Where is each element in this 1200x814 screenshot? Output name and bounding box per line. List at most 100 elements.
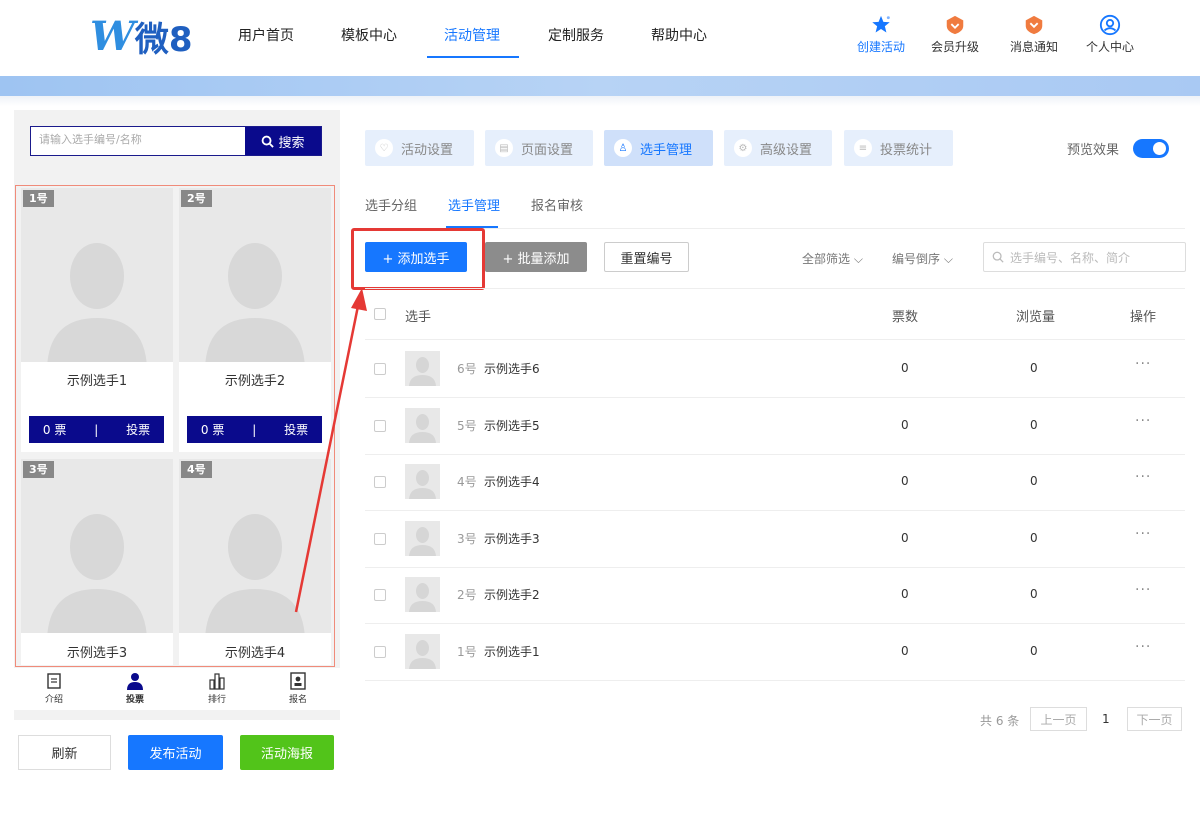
- subtab-signup-review[interactable]: 报名审核: [531, 195, 583, 214]
- row-checkbox[interactable]: [374, 589, 386, 601]
- more-actions-icon[interactable]: ···: [1135, 356, 1151, 372]
- publish-activity-button[interactable]: 发布活动: [128, 735, 223, 770]
- prev-page-button[interactable]: 上一页: [1030, 707, 1087, 731]
- sort-dropdown[interactable]: 编号倒序 ⌵: [892, 250, 953, 267]
- tab-ranking[interactable]: 排行: [197, 672, 237, 705]
- notifications-button[interactable]: 消息通知: [1002, 14, 1066, 55]
- view-count: 0: [1030, 474, 1038, 488]
- more-actions-icon[interactable]: ···: [1135, 413, 1151, 429]
- person-icon: [127, 673, 143, 690]
- view-count: 0: [1030, 587, 1038, 601]
- tab-vote[interactable]: 投票: [115, 672, 155, 705]
- nav-user-home[interactable]: 用户首页: [238, 0, 294, 60]
- preview-search-input[interactable]: 请输入选手编号/名称: [39, 131, 142, 147]
- subtab-player-management[interactable]: 选手管理: [448, 195, 500, 214]
- member-upgrade-button[interactable]: 会员升级: [923, 14, 987, 55]
- step-vote-statistics[interactable]: ≡ 投票统计: [844, 130, 953, 166]
- player-number: 2号: [457, 588, 477, 602]
- activity-poster-button[interactable]: 活动海报: [240, 735, 334, 770]
- player-thumbnail: [405, 577, 440, 612]
- personal-center-button[interactable]: 个人中心: [1078, 14, 1142, 55]
- row-checkbox[interactable]: [374, 533, 386, 545]
- table-row[interactable]: 5号 示例选手5 0 0 ···: [365, 398, 1185, 455]
- reset-numbers-button[interactable]: 重置编号: [604, 242, 689, 272]
- search-icon: [992, 251, 1004, 263]
- pagination-total: 共 6 条: [980, 714, 1020, 728]
- vote-label: 投票: [284, 423, 309, 437]
- highlight-annotation-box: [351, 228, 485, 290]
- filter-all-label: 全部筛选: [802, 252, 851, 266]
- current-page[interactable]: 1: [1102, 712, 1110, 726]
- player-number: 3号: [457, 532, 477, 546]
- banner-shadow: [0, 96, 1200, 106]
- sliders-icon: ⚙: [734, 139, 752, 157]
- player-name: 示例选手2: [224, 374, 286, 389]
- player-card[interactable]: 1号 示例选手1 0 票 | 投票: [21, 188, 173, 452]
- table-row[interactable]: 1号 示例选手1 0 0 ···: [365, 624, 1185, 681]
- player-search-input[interactable]: 选手编号、名称、简介: [983, 242, 1186, 272]
- player-card[interactable]: 2号 示例选手2 0 票 | 投票: [179, 188, 331, 452]
- player-number-badge: 2号: [181, 190, 212, 207]
- step-player-management[interactable]: ♙ 选手管理: [604, 130, 713, 166]
- vote-label: 投票: [126, 423, 151, 437]
- player-card[interactable]: 4号 示例选手4: [179, 459, 331, 665]
- view-count: 0: [1030, 644, 1038, 658]
- row-checkbox[interactable]: [374, 363, 386, 375]
- id-card-icon: [290, 672, 306, 690]
- select-all-checkbox[interactable]: [374, 308, 386, 320]
- player-name: 示例选手1: [66, 374, 128, 389]
- bar-chart-icon: [209, 673, 225, 690]
- vote-button[interactable]: 0 票 | 投票: [29, 416, 164, 443]
- tab-ranking-label: 排行: [207, 695, 226, 705]
- avatar-placeholder-icon: [409, 527, 436, 556]
- more-actions-icon[interactable]: ···: [1135, 582, 1151, 598]
- player-name: 示例选手6: [484, 362, 540, 376]
- vote-separator: |: [252, 422, 257, 437]
- player-thumbnail: [405, 464, 440, 499]
- nav-activity-manage[interactable]: 活动管理: [444, 0, 500, 60]
- nav-template-center[interactable]: 模板中心: [341, 0, 397, 60]
- table-row[interactable]: 4号 示例选手4 0 0 ···: [365, 454, 1185, 511]
- tab-signup[interactable]: 报名: [278, 672, 318, 705]
- subtab-divider: [365, 228, 1185, 229]
- vote-button[interactable]: 0 票 | 投票: [187, 416, 322, 443]
- table-row[interactable]: 2号 示例选手2 0 0 ···: [365, 567, 1185, 624]
- document-icon: [47, 673, 61, 689]
- preview-search-button[interactable]: 搜索: [245, 127, 321, 155]
- refresh-button[interactable]: 刷新: [18, 735, 111, 770]
- player-number: 1号: [457, 645, 477, 659]
- step-activity-settings[interactable]: ♡ 活动设置: [365, 130, 474, 166]
- more-actions-icon[interactable]: ···: [1135, 469, 1151, 485]
- subtab-player-groups[interactable]: 选手分组: [365, 195, 417, 214]
- vote-count: 0 票: [200, 423, 225, 437]
- player-card[interactable]: 3号 示例选手3: [21, 459, 173, 665]
- table-row[interactable]: 3号 示例选手3 0 0 ···: [365, 511, 1185, 568]
- brand-logo[interactable]: W 微8: [90, 13, 193, 60]
- player-search-placeholder: 选手编号、名称、简介: [1010, 250, 1131, 265]
- more-actions-icon[interactable]: ···: [1135, 639, 1151, 655]
- preview-search-box[interactable]: 请输入选手编号/名称 搜索: [30, 126, 322, 156]
- next-page-button[interactable]: 下一页: [1127, 707, 1182, 731]
- avatar-placeholder-icon: [47, 243, 147, 362]
- filter-all-dropdown[interactable]: 全部筛选 ⌵: [802, 250, 863, 267]
- row-checkbox[interactable]: [374, 646, 386, 658]
- step-advanced-settings[interactable]: ⚙ 高级设置: [724, 130, 832, 166]
- create-activity-button[interactable]: 创建活动: [849, 14, 913, 55]
- nav-help-center[interactable]: 帮助中心: [651, 0, 707, 60]
- step-page-settings[interactable]: ▤ 页面设置: [485, 130, 593, 166]
- nav-custom-service[interactable]: 定制服务: [548, 0, 604, 60]
- more-actions-icon[interactable]: ···: [1135, 526, 1151, 542]
- player-number-badge: 1号: [23, 190, 54, 207]
- notifications-label: 消息通知: [1009, 40, 1058, 54]
- create-activity-label: 创建活动: [856, 40, 905, 54]
- tab-intro[interactable]: 介绍: [34, 672, 74, 705]
- top-header: W 微8 用户首页 模板中心 活动管理 定制服务 帮助中心 创建活动 会员升级 …: [0, 0, 1200, 76]
- bell-badge-icon: [1025, 15, 1043, 35]
- batch-add-button[interactable]: + 批量添加: [485, 242, 587, 272]
- avatar-placeholder-icon: [409, 470, 436, 499]
- table-row[interactable]: 6号 示例选手6 0 0 ···: [365, 341, 1185, 398]
- row-checkbox[interactable]: [374, 476, 386, 488]
- row-checkbox[interactable]: [374, 420, 386, 432]
- players-icon: ♙: [614, 139, 632, 157]
- preview-effect-toggle[interactable]: [1133, 139, 1169, 158]
